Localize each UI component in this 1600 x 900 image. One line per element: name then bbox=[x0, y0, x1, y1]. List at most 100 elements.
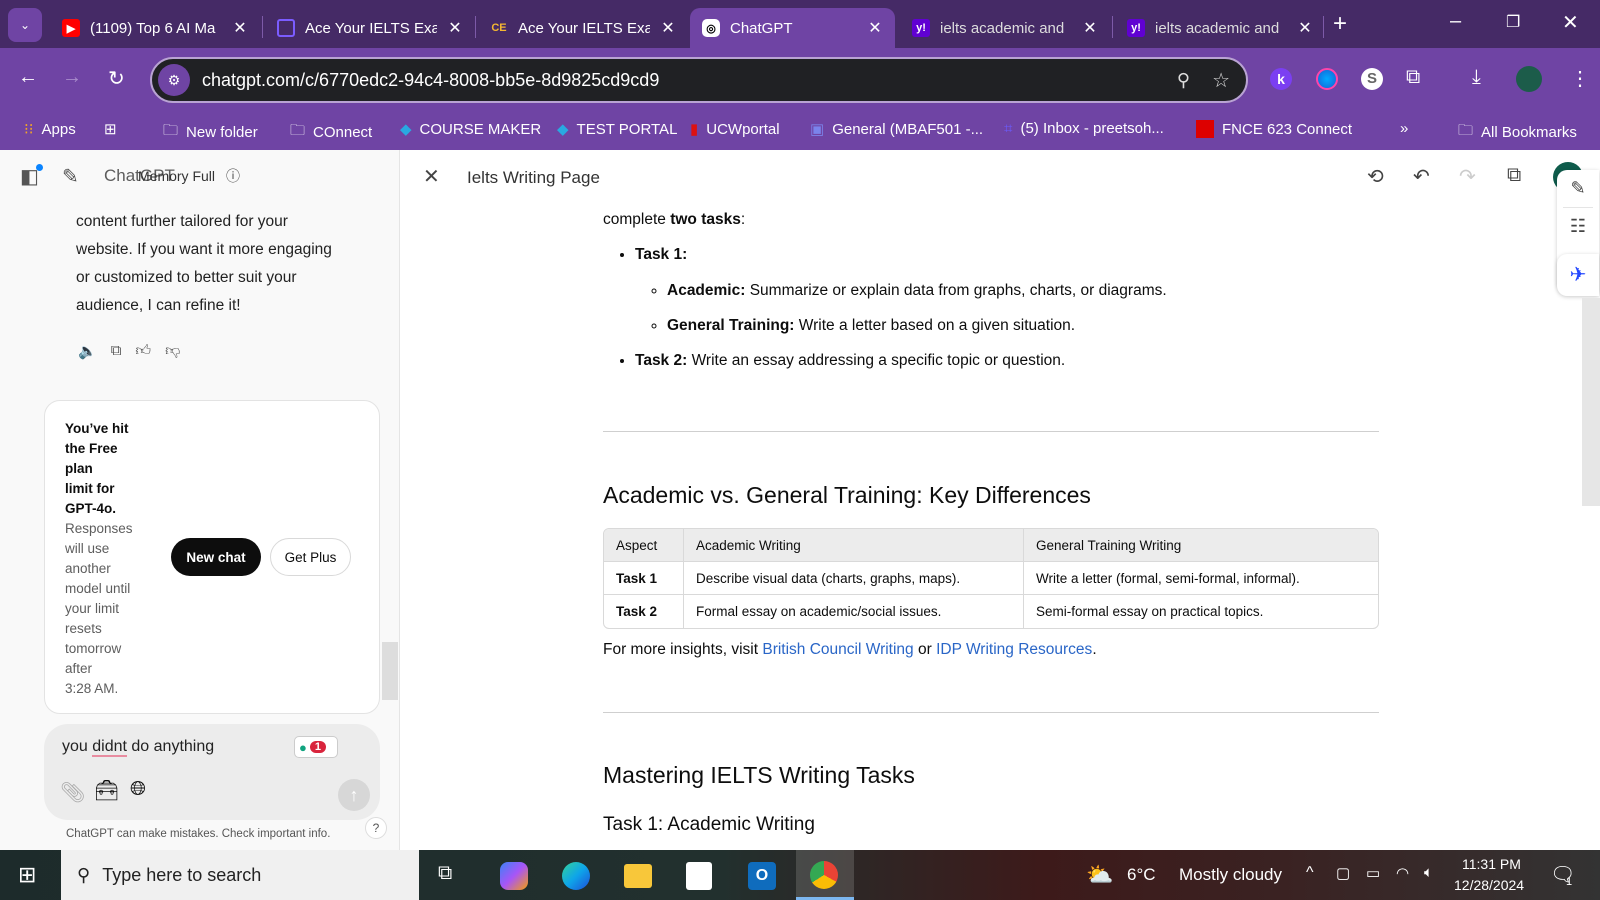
edit-suggestions-icon[interactable]: ✎ bbox=[1557, 178, 1599, 199]
close-tab-icon[interactable]: ✕ bbox=[867, 18, 883, 38]
bookmark-link[interactable]: ⌗ (5) Inbox - preetsoh... bbox=[1004, 120, 1164, 137]
weather-temp[interactable]: 6°C bbox=[1127, 865, 1156, 885]
close-tab-icon[interactable]: ✕ bbox=[447, 18, 463, 38]
close-window-button[interactable]: ✕ bbox=[1562, 10, 1579, 35]
bookmark-link[interactable]: ◆ COURSE MAKER bbox=[400, 120, 541, 139]
grammar-extension-badge[interactable]: ● 1 bbox=[294, 736, 338, 758]
extension-k-icon[interactable]: k bbox=[1270, 68, 1292, 90]
close-tab-icon[interactable]: ✕ bbox=[1297, 18, 1313, 38]
meet-icon[interactable]: ▢ bbox=[1336, 864, 1350, 882]
tab[interactable]: y! ielts academic and ✕ bbox=[900, 8, 1110, 48]
back-icon[interactable]: ← bbox=[18, 66, 38, 89]
bookmark-apps[interactable]: ⁝⁝ Apps bbox=[24, 120, 76, 139]
copilot-icon[interactable] bbox=[500, 862, 528, 890]
undo-icon[interactable]: ↶ bbox=[1413, 164, 1430, 189]
tools-icon[interactable]: 🧰︎ bbox=[94, 778, 119, 803]
site-settings-icon[interactable]: ⚙ bbox=[158, 64, 190, 96]
thumbs-up-icon[interactable]: 👍︎ bbox=[135, 342, 151, 360]
pin-extension-icon[interactable]: ✈ bbox=[1557, 254, 1599, 296]
bookmark-link[interactable]: ▮ UCWportal bbox=[690, 120, 780, 139]
profile-avatar[interactable] bbox=[1516, 66, 1542, 92]
extensions-icon[interactable]: ⧉ bbox=[1406, 66, 1420, 89]
insights-text: For more insights, visit British Council… bbox=[603, 641, 1097, 658]
tab[interactable]: Ace Your IELTS Exa ✕ bbox=[265, 8, 475, 48]
ce-icon: CE bbox=[491, 22, 507, 34]
taskbar-search[interactable]: ⚲ Type here to search bbox=[61, 850, 419, 900]
clock-date[interactable]: 12/28/2024 bbox=[1454, 877, 1524, 893]
ucw-icon: ▮ bbox=[690, 121, 699, 138]
tab-search-button[interactable]: ⌄ bbox=[8, 8, 42, 42]
read-aloud-icon[interactable]: 🔈 bbox=[78, 342, 97, 360]
all-bookmarks[interactable]: 🗀 All Bookmarks bbox=[1458, 120, 1577, 145]
canvas-scrollbar[interactable] bbox=[1582, 298, 1600, 506]
list-item: Task 1: Academic: Summarize or explain d… bbox=[635, 243, 1383, 337]
thumbs-down-icon[interactable]: 👎︎ bbox=[165, 342, 180, 360]
table-header: Aspect bbox=[604, 529, 684, 562]
download-icon[interactable]: ⤓ bbox=[1472, 66, 1481, 89]
outlook-icon[interactable]: O bbox=[748, 862, 776, 890]
send-button[interactable]: ↑ bbox=[338, 779, 370, 811]
extension-s-icon[interactable]: S bbox=[1361, 68, 1383, 90]
weather-icon: ⛅ bbox=[1086, 862, 1114, 887]
address-bar[interactable]: ⚙ chatgpt.com/c/6770edc2-94c4-8008-bb5e-… bbox=[150, 57, 1248, 103]
menu-icon[interactable]: ⋮ bbox=[1570, 66, 1590, 91]
copy-icon[interactable]: ⧉ bbox=[111, 342, 122, 360]
restore-button[interactable]: ❐ bbox=[1506, 12, 1520, 32]
show-hidden-icons[interactable]: ^ bbox=[1306, 864, 1314, 882]
zoom-icon[interactable]: ⚲ bbox=[1177, 70, 1190, 91]
more-bookmarks-button[interactable]: » bbox=[1400, 120, 1408, 137]
tab[interactable]: CE Ace Your IELTS Exa ✕ bbox=[478, 8, 688, 48]
bookmark-folder[interactable]: 🗀 New folder bbox=[163, 120, 258, 145]
web-search-icon[interactable]: 🌐︎ bbox=[130, 778, 146, 801]
reading-level-icon[interactable]: ☷ bbox=[1557, 216, 1599, 237]
diamond-icon: ◆ bbox=[400, 121, 412, 138]
start-button[interactable]: ⊞ bbox=[18, 862, 36, 888]
file-explorer-icon[interactable] bbox=[624, 864, 652, 888]
bookmark-link[interactable]: FNCE 623 Connect bbox=[1196, 120, 1352, 138]
get-plus-button[interactable]: Get Plus bbox=[270, 538, 351, 576]
tab-groups-icon[interactable]: ⊞ bbox=[104, 120, 117, 138]
idp-link[interactable]: IDP Writing Resources bbox=[936, 641, 1092, 658]
forward-icon[interactable]: → bbox=[62, 66, 82, 89]
close-tab-icon[interactable]: ✕ bbox=[1082, 18, 1098, 38]
message-input[interactable]: you didnt do anything bbox=[62, 738, 214, 757]
clock-time[interactable]: 11:31 PM bbox=[1462, 856, 1521, 872]
new-tab-button[interactable]: + bbox=[1333, 10, 1347, 38]
close-tab-icon[interactable]: ✕ bbox=[232, 18, 248, 38]
edge-icon[interactable] bbox=[562, 862, 590, 890]
tab[interactable]: ▶ (1109) Top 6 AI Ma ✕ bbox=[50, 8, 260, 48]
search-icon: ⚲ bbox=[77, 864, 91, 885]
chrome-taskbar-button[interactable] bbox=[796, 850, 854, 900]
task-view-icon[interactable]: ⧉ bbox=[438, 862, 452, 885]
history-icon[interactable]: ⟲ bbox=[1367, 164, 1384, 189]
tab-active[interactable]: ◎ ChatGPT ✕ bbox=[690, 8, 895, 48]
minimize-button[interactable]: – bbox=[1450, 10, 1461, 33]
british-council-link[interactable]: British Council Writing bbox=[762, 641, 913, 658]
list-item: Academic: Summarize or explain data from… bbox=[667, 279, 1383, 302]
copy-canvas-icon[interactable]: ⧉ bbox=[1507, 164, 1521, 187]
extension-circle-icon[interactable] bbox=[1316, 68, 1338, 90]
bookmark-star-icon[interactable]: ☆ bbox=[1212, 68, 1230, 93]
weather-desc[interactable]: Mostly cloudy bbox=[1179, 865, 1282, 885]
attach-icon[interactable]: 📎︎ bbox=[60, 780, 85, 805]
notification-count: 1 bbox=[1566, 876, 1573, 888]
close-tab-icon[interactable]: ✕ bbox=[660, 18, 676, 38]
store-icon[interactable] bbox=[686, 862, 712, 890]
url-text[interactable]: chatgpt.com/c/6770edc2-94c4-8008-bb5e-8d… bbox=[202, 70, 1177, 91]
close-canvas-icon[interactable]: ✕ bbox=[423, 164, 440, 189]
apps-grid-icon: ⁝⁝ bbox=[24, 121, 34, 138]
info-icon[interactable]: ⓘ bbox=[226, 166, 240, 186]
reload-icon[interactable]: ↻ bbox=[108, 66, 125, 91]
tab[interactable]: y! ielts academic and ✕ bbox=[1115, 8, 1325, 48]
bookmark-folder[interactable]: 🗀 COnnect bbox=[290, 120, 372, 145]
new-chat-icon[interactable]: ✎ bbox=[62, 164, 79, 189]
wifi-icon[interactable]: ◠ bbox=[1396, 864, 1409, 882]
new-chat-button[interactable]: New chat bbox=[171, 538, 261, 576]
battery-icon[interactable]: ▭ bbox=[1366, 864, 1380, 882]
bookmark-link[interactable]: ▣ General (MBAF501 -... bbox=[810, 120, 983, 139]
volume-icon[interactable]: 🔈︎ bbox=[1424, 864, 1433, 881]
help-button[interactable]: ? bbox=[365, 817, 387, 839]
bookmark-link[interactable]: ◆ TEST PORTAL bbox=[557, 120, 677, 139]
redo-icon[interactable]: ↷ bbox=[1459, 164, 1476, 189]
chat-scrollbar[interactable] bbox=[382, 642, 398, 700]
